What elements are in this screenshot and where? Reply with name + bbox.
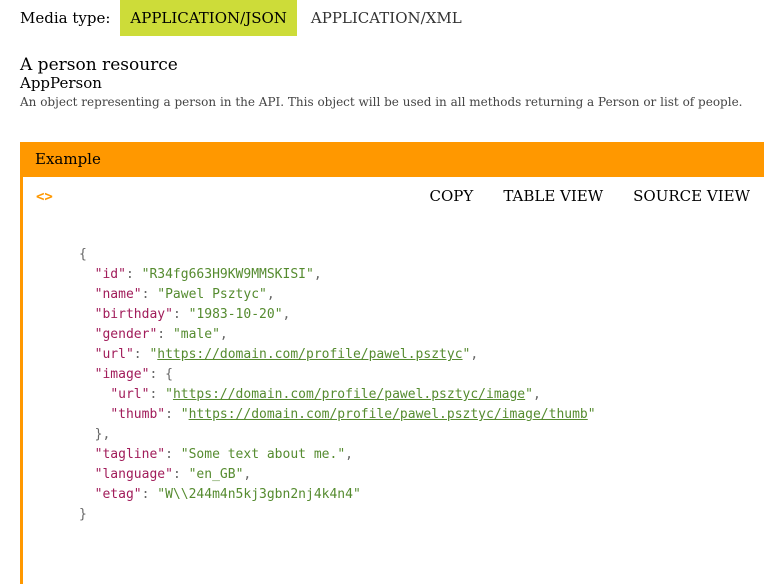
code-icon: <> [36, 189, 53, 205]
example-toolbar: COPY TABLE VIEW SOURCE VIEW [400, 187, 750, 205]
code-value-etag: W\\244m4n5kj3gbn2nj4k4n4 [165, 487, 353, 502]
code-value-id: R34fg663H9KW9MMSKISI [149, 267, 306, 282]
media-type-label: Media type: [20, 9, 111, 27]
resource-description: An object representing a person in the A… [20, 95, 743, 109]
code-value-birthday: 1983-10-20 [196, 307, 275, 322]
table-view-button[interactable]: TABLE VIEW [503, 187, 603, 205]
source-view-button[interactable]: SOURCE VIEW [633, 187, 750, 205]
media-option-xml[interactable]: APPLICATION/XML [301, 0, 472, 36]
code-link-url[interactable]: https://domain.com/profile/pawel.psztyc [157, 347, 462, 362]
resource-title: A person resource [20, 55, 178, 75]
code-value-language: en_GB [196, 467, 236, 482]
code-value-tagline: Some text about me. [188, 447, 338, 462]
example-body: <> COPY TABLE VIEW SOURCE VIEW { "id": "… [23, 177, 764, 584]
code-link-image-url[interactable]: https://domain.com/profile/pawel.psztyc/… [173, 387, 525, 402]
media-option-json[interactable]: APPLICATION/JSON [120, 0, 297, 36]
code-block: { "id": "R34fg663H9KW9MMSKISI", "name": … [79, 247, 596, 522]
resource-name: AppPerson [20, 74, 102, 92]
media-type-bar: Media type: APPLICATION/JSON APPLICATION… [20, 0, 476, 36]
code-link-image-thumb[interactable]: https://domain.com/profile/pawel.psztyc/… [189, 407, 588, 422]
code-value-name: Pawel Psztyc [165, 287, 260, 302]
code-value-gender: male [180, 327, 213, 342]
copy-button[interactable]: COPY [430, 187, 474, 205]
example-panel: Example <> COPY TABLE VIEW SOURCE VIEW {… [20, 142, 764, 584]
example-header: Example [23, 142, 764, 177]
